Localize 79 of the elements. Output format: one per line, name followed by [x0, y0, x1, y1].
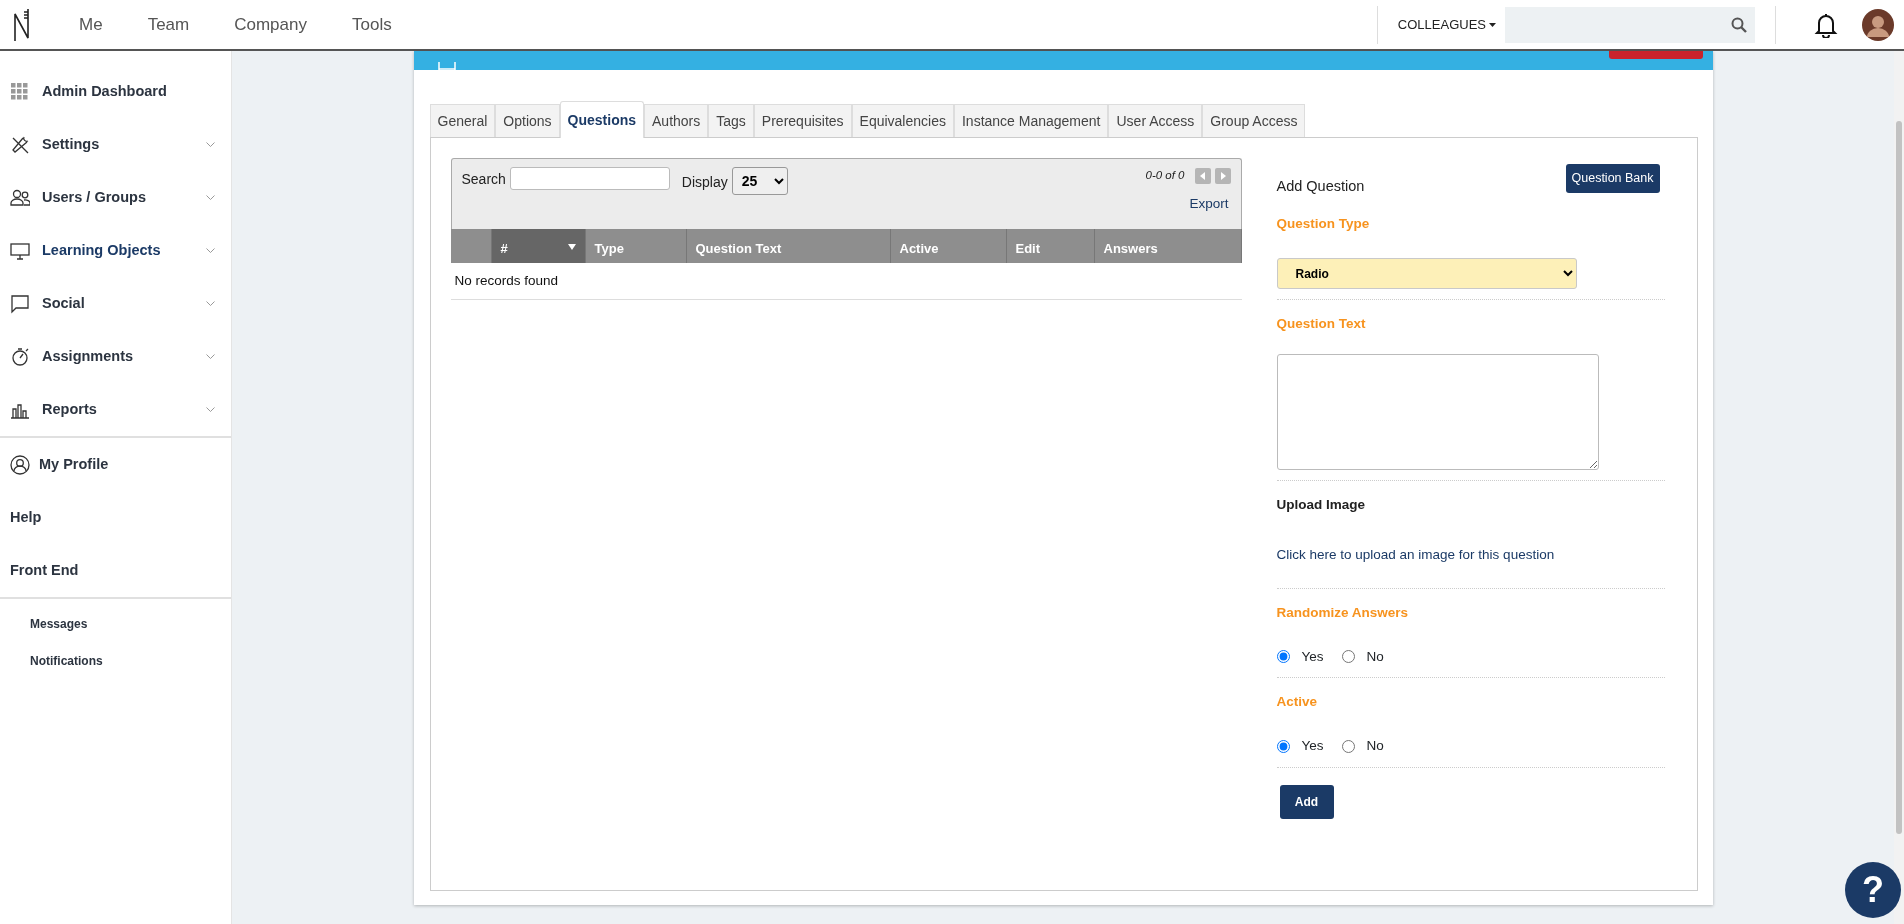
sidebar-item[interactable]: Social	[0, 277, 231, 330]
checkbox-icon	[437, 62, 456, 70]
radio-button[interactable]	[1276, 739, 1290, 753]
sidebar-item[interactable]: Admin Dashboard	[0, 65, 231, 118]
tab[interactable]: Instance Management	[953, 104, 1109, 137]
display-select[interactable]: 25	[731, 167, 788, 195]
tools-icon	[10, 134, 30, 155]
search-icon[interactable]	[1731, 16, 1747, 33]
logo-icon[interactable]	[13, 7, 31, 42]
upload-link[interactable]: Click here to upload an image for this question	[1276, 546, 1555, 562]
nav-link[interactable]: Me	[79, 11, 103, 38]
sidebar-item[interactable]: Settings	[0, 118, 231, 171]
sidebar-item[interactable]: Assignments	[0, 330, 231, 383]
stopwatch-icon	[10, 346, 30, 367]
field-label: Question Text	[1276, 315, 1367, 333]
tab[interactable]: Tags	[708, 104, 754, 137]
tab[interactable]: Authors	[644, 104, 709, 137]
sidebar-item[interactable]: Notifications	[0, 642, 231, 679]
radio-button[interactable]	[1341, 650, 1355, 664]
search-input[interactable]	[509, 167, 670, 190]
colleagues-dropdown[interactable]: COLLEAGUES	[1377, 14, 1505, 35]
sidebar-item[interactable]: Help	[0, 491, 231, 544]
grid-icon	[10, 81, 30, 102]
sidebar-item[interactable]: Learning Objects	[0, 224, 231, 277]
sidebar-item[interactable]: Users / Groups	[0, 171, 231, 224]
field-label: Randomize Answers	[1276, 603, 1410, 622]
radio-label: Yes	[1301, 647, 1324, 666]
radio-button[interactable]	[1341, 739, 1355, 753]
scrollbar-thumb[interactable]	[1896, 121, 1902, 834]
chevron-icon[interactable]	[206, 248, 215, 253]
column-header[interactable]: #	[491, 229, 586, 263]
radio-label: No	[1366, 647, 1384, 666]
sidebar-item[interactable]: Messages	[0, 605, 231, 642]
chevron-icon[interactable]	[206, 195, 215, 200]
field-label: Question Type	[1276, 214, 1371, 233]
sidebar-item[interactable]: Reports	[0, 383, 231, 436]
sidebar-item[interactable]: Front End	[0, 544, 231, 597]
question-bank-button[interactable]: Question Bank	[1565, 164, 1660, 193]
monitor-icon	[10, 240, 30, 261]
search-field[interactable]	[1505, 6, 1755, 43]
chat-icon	[10, 293, 30, 314]
tab[interactable]: General	[429, 104, 496, 137]
chevron-icon[interactable]	[206, 301, 215, 306]
tab[interactable]: Prerequisites	[753, 104, 852, 137]
tab[interactable]: Group Access	[1202, 104, 1306, 137]
radio-label: No	[1366, 737, 1384, 756]
chevron-icon[interactable]	[206, 142, 215, 147]
field-label: Active	[1276, 693, 1319, 711]
question-type-select[interactable]: Radio	[1276, 258, 1577, 289]
user-icon	[10, 454, 30, 475]
sidebar-item[interactable]: My Profile	[0, 438, 231, 491]
nav-link[interactable]: Tools	[351, 11, 392, 38]
tab[interactable]: User Access	[1108, 104, 1203, 137]
avatar[interactable]	[1862, 8, 1894, 41]
search-label: Search	[461, 170, 506, 189]
empty-message: No records found	[450, 263, 1242, 301]
question-text-area[interactable]	[1276, 354, 1599, 471]
caret-icon	[1489, 22, 1496, 27]
users-icon	[10, 187, 30, 208]
tab[interactable]: Equivalencies	[851, 104, 954, 137]
radio-button[interactable]	[1276, 650, 1290, 664]
bell-icon[interactable]	[1814, 11, 1838, 38]
next-page-icon[interactable]	[1214, 167, 1231, 184]
display-label: Display	[681, 173, 728, 192]
tab[interactable]: Questions	[559, 101, 645, 138]
pager-text: 0-0 of 0	[1145, 168, 1185, 183]
export-link[interactable]: Export	[1189, 194, 1229, 215]
form-title: Add Question	[1276, 177, 1365, 196]
nav-link[interactable]: Company	[234, 11, 307, 38]
add-button[interactable]: Add	[1279, 784, 1334, 819]
previous-page-icon[interactable]	[1194, 167, 1211, 184]
field-label: Upload Image	[1276, 496, 1366, 515]
chevron-icon[interactable]	[206, 354, 215, 359]
help-button[interactable]: ?	[1845, 862, 1901, 918]
sort-icon	[567, 244, 576, 250]
radio-label: Yes	[1301, 737, 1324, 756]
tab[interactable]: Options	[495, 104, 560, 137]
chevron-icon[interactable]	[206, 407, 215, 412]
nav-link[interactable]: Team	[147, 11, 190, 38]
